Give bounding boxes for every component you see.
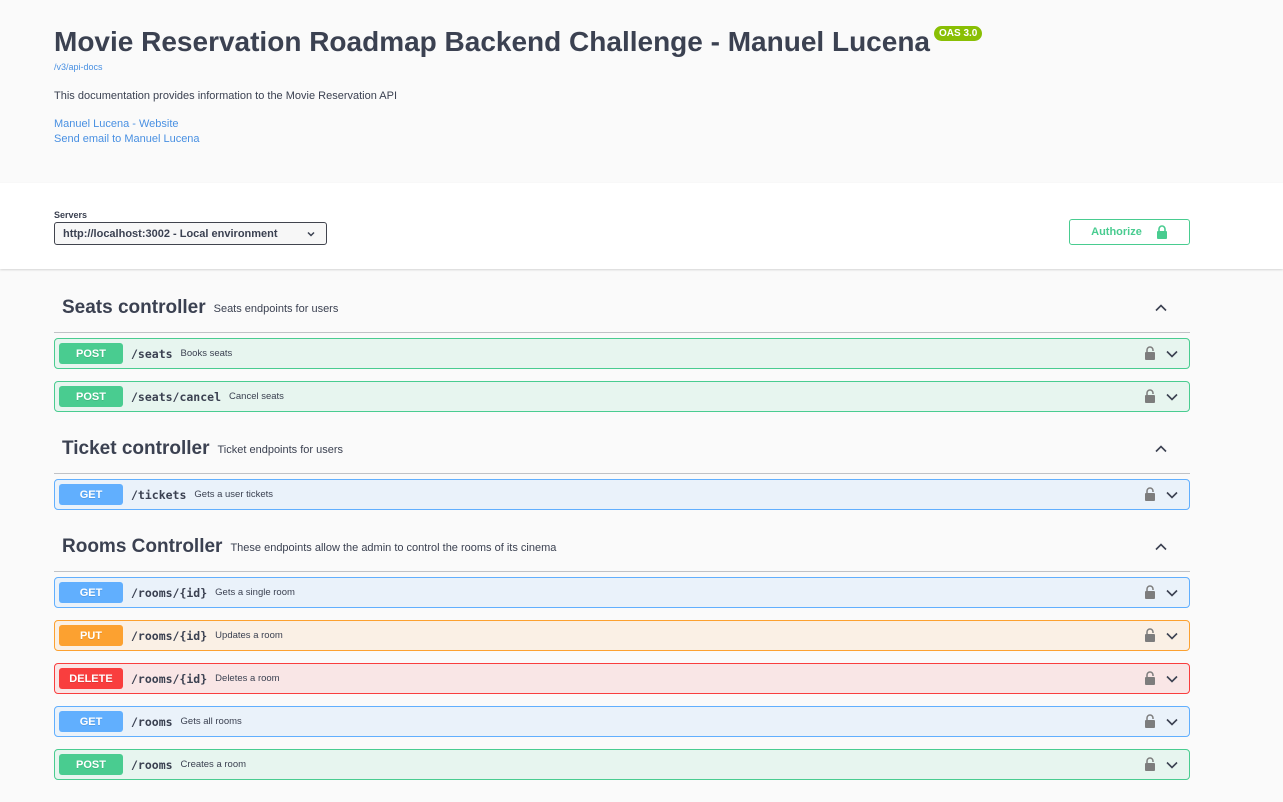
operation-summary: Gets a single room bbox=[215, 587, 295, 598]
oas-version-badge: OAS 3.0 bbox=[934, 26, 983, 41]
tag-section: Ticket controller Ticket endpoints for us… bbox=[54, 424, 1190, 510]
operation-path: /rooms bbox=[131, 757, 173, 772]
chevron-down-icon bbox=[307, 231, 315, 237]
tag-header[interactable]: Ticket controller Ticket endpoints for us… bbox=[54, 424, 1190, 474]
operation-summary: Cancel seats bbox=[229, 391, 284, 402]
api-docs-link[interactable]: /v3/api-docs bbox=[54, 62, 1283, 72]
method-badge: GET bbox=[59, 582, 123, 603]
operation-summary: Gets a user tickets bbox=[194, 489, 274, 500]
chevron-down-icon[interactable] bbox=[1165, 715, 1179, 729]
tag-description: These endpoints allow the admin to contr… bbox=[230, 542, 557, 554]
operation-summary: Deletes a room bbox=[215, 673, 280, 684]
scheme-container: Servers http://localhost:3002 - Local en… bbox=[0, 183, 1283, 269]
chevron-down-icon[interactable] bbox=[1165, 586, 1179, 600]
operation-path: /rooms bbox=[131, 714, 173, 729]
authorize-button[interactable]: Authorize bbox=[1069, 219, 1190, 245]
chevron-up-icon[interactable] bbox=[1154, 301, 1168, 315]
chevron-down-icon[interactable] bbox=[1165, 488, 1179, 502]
method-badge: GET bbox=[59, 711, 123, 732]
operation-summary: Creates a room bbox=[180, 759, 247, 770]
opblock-get[interactable]: GET/rooms/{id} Gets a single room bbox=[54, 577, 1190, 608]
method-badge: PUT bbox=[59, 625, 123, 646]
method-badge: POST bbox=[59, 386, 123, 407]
tag-header[interactable]: Rooms Controller These endpoints allow th… bbox=[54, 522, 1190, 572]
operation-path: /tickets bbox=[131, 487, 187, 502]
lock-icon[interactable] bbox=[1144, 757, 1156, 771]
lock-icon[interactable] bbox=[1144, 346, 1156, 360]
chevron-down-icon[interactable] bbox=[1165, 629, 1179, 643]
lock-icon bbox=[1156, 225, 1167, 239]
opblock-get[interactable]: GET/tickets Gets a user tickets bbox=[54, 479, 1190, 510]
method-badge: GET bbox=[59, 484, 123, 505]
chevron-down-icon[interactable] bbox=[1165, 347, 1179, 361]
lock-icon[interactable] bbox=[1144, 585, 1156, 599]
page-title: Movie Reservation Roadmap Backend Challe… bbox=[54, 26, 930, 57]
operation-path: /rooms/{id} bbox=[131, 585, 208, 600]
method-badge: POST bbox=[59, 754, 123, 775]
tag-description: Ticket endpoints for users bbox=[217, 444, 344, 456]
tag-name: Rooms Controller bbox=[62, 535, 223, 557]
operation-path: /rooms/{id} bbox=[131, 628, 208, 643]
info-section: Movie Reservation Roadmap Backend Challe… bbox=[0, 0, 1283, 157]
chevron-down-icon[interactable] bbox=[1165, 672, 1179, 686]
operation-summary: Updates a room bbox=[215, 630, 283, 641]
authorize-label: Authorize bbox=[1091, 226, 1142, 238]
opblock-put[interactable]: PUT/rooms/{id} Updates a room bbox=[54, 620, 1190, 651]
email-link[interactable]: Send email to Manuel Lucena bbox=[54, 132, 1283, 147]
operations-wrapper: Seats controller Seats endpoints for user… bbox=[0, 269, 1283, 780]
lock-icon[interactable] bbox=[1144, 389, 1156, 403]
tag-section: Rooms Controller These endpoints allow th… bbox=[54, 522, 1190, 780]
contact-links: Manuel Lucena - Website Send email to Ma… bbox=[54, 117, 1283, 147]
operation-path: /rooms/{id} bbox=[131, 671, 208, 686]
chevron-up-icon[interactable] bbox=[1154, 540, 1168, 554]
lock-icon[interactable] bbox=[1144, 671, 1156, 685]
servers-label: Servers bbox=[54, 210, 88, 220]
tag-section: Seats controller Seats endpoints for user… bbox=[54, 283, 1190, 412]
servers-select[interactable]: http://localhost:3002 - Local environmen… bbox=[54, 222, 327, 245]
tag-header[interactable]: Seats controller Seats endpoints for user… bbox=[54, 283, 1190, 333]
website-link[interactable]: Manuel Lucena - Website bbox=[54, 117, 1283, 132]
servers-selected-value: http://localhost:3002 - Local environmen… bbox=[63, 227, 278, 240]
opblock-post[interactable]: POST/seats Books seats bbox=[54, 338, 1190, 369]
operation-summary: Gets all rooms bbox=[180, 716, 242, 727]
lock-icon[interactable] bbox=[1144, 628, 1156, 642]
method-badge: POST bbox=[59, 343, 123, 364]
opblock-delete[interactable]: DELETE/rooms/{id} Deletes a room bbox=[54, 663, 1190, 694]
opblock-post[interactable]: POST/seats/cancel Cancel seats bbox=[54, 381, 1190, 412]
operation-summary: Books seats bbox=[180, 348, 233, 359]
title-row: Movie Reservation Roadmap Backend Challe… bbox=[54, 26, 1283, 58]
opblock-get[interactable]: GET/rooms Gets all rooms bbox=[54, 706, 1190, 737]
method-badge: DELETE bbox=[59, 668, 123, 689]
lock-icon[interactable] bbox=[1144, 714, 1156, 728]
opblock-post[interactable]: POST/rooms Creates a room bbox=[54, 749, 1190, 780]
api-description: This documentation provides information … bbox=[54, 90, 398, 102]
tag-name: Ticket controller bbox=[62, 437, 210, 459]
tag-name: Seats controller bbox=[62, 296, 206, 318]
operation-path: /seats/cancel bbox=[131, 389, 222, 404]
chevron-down-icon[interactable] bbox=[1165, 390, 1179, 404]
chevron-down-icon[interactable] bbox=[1165, 758, 1179, 772]
tag-description: Seats endpoints for users bbox=[213, 303, 339, 315]
operation-path: /seats bbox=[131, 346, 173, 361]
lock-icon[interactable] bbox=[1144, 487, 1156, 501]
chevron-up-icon[interactable] bbox=[1154, 442, 1168, 456]
